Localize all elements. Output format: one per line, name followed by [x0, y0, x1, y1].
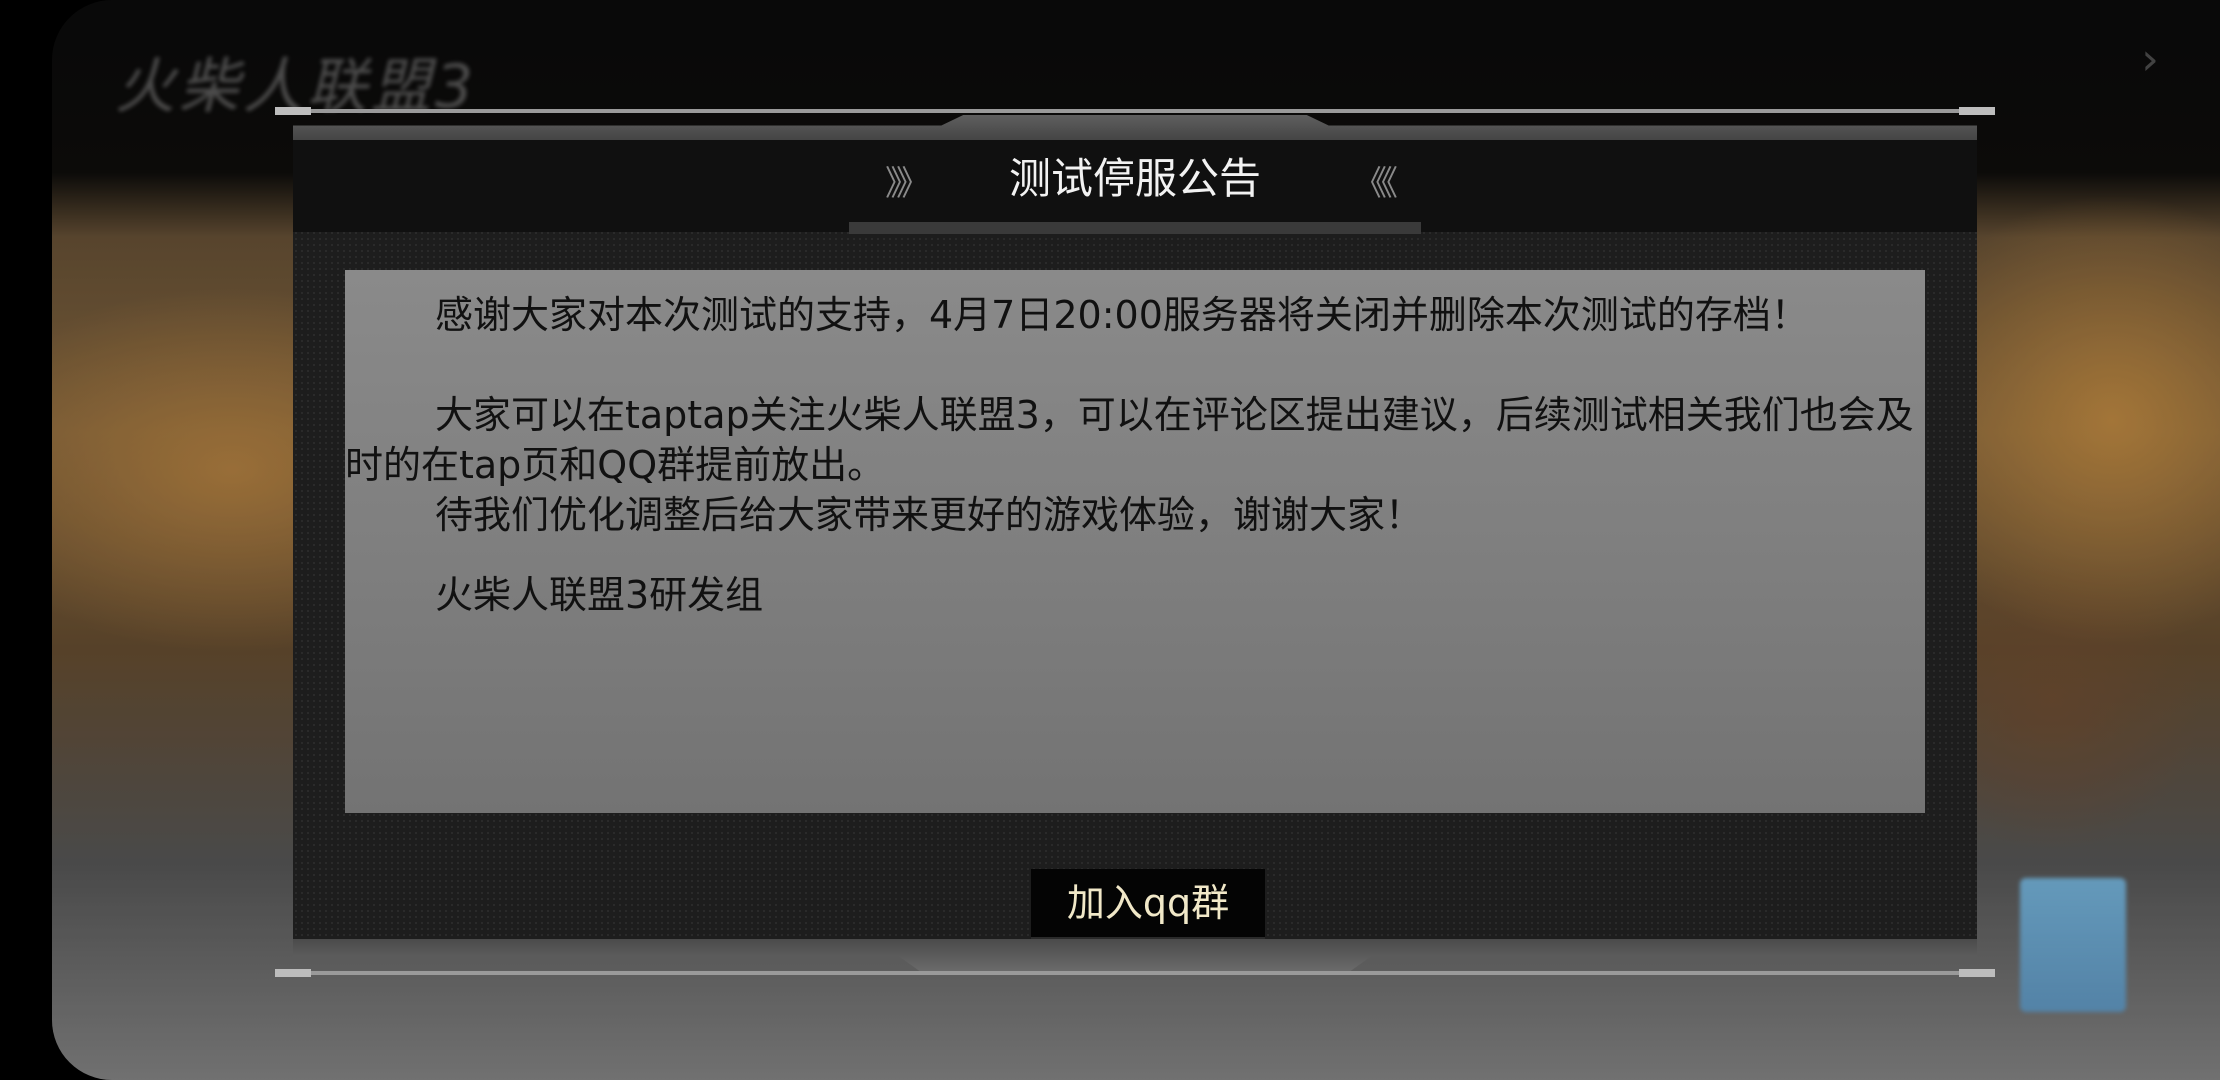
dialog-title-bar: 》》 测试停服公告 《《	[293, 140, 1977, 232]
announcement-paragraph-1: 感谢大家对本次测试的支持，4月7日20:00服务器将关闭并删除本次测试的存档！	[435, 293, 1809, 337]
dialog-frame-top-rail	[275, 107, 1995, 115]
announcement-signature: 火柴人联盟3研发组	[435, 573, 764, 617]
dialog-frame-bottom-rail	[275, 969, 1995, 977]
title-plate-decor	[849, 222, 1421, 234]
join-qq-group-button[interactable]: 加入qq群	[1031, 869, 1265, 939]
dialog-body: 》》 测试停服公告 《《 感谢大家对本次测试的支持，4月7日20:00服务器将关…	[293, 140, 1977, 945]
age-rating-badge-icon	[2020, 878, 2126, 1012]
announcement-paragraph-3: 待我们优化调整后给大家带来更好的游戏体验，谢谢大家！	[435, 493, 1424, 537]
dialog-frame-bottom	[293, 939, 1977, 971]
game-screen: 火柴人联盟3 › 》》 测试停服公告 《《 感谢大家对本次测试的支持，4月7日2…	[0, 0, 2220, 1080]
chevron-left-decor-icon: 《《	[1353, 164, 1398, 204]
announcement-paragraph-2: 大家可以在taptap关注火柴人联盟3，可以在评论区提出建议，后续测试相关我们也…	[345, 393, 1914, 487]
announcement-dialog: 》》 测试停服公告 《《 感谢大家对本次测试的支持，4月7日20:00服务器将关…	[275, 105, 1995, 980]
announcement-content-panel: 感谢大家对本次测试的支持，4月7日20:00服务器将关闭并删除本次测试的存档！ …	[345, 270, 1925, 813]
dialog-title: 测试停服公告	[1008, 154, 1261, 203]
next-arrow-icon: ›	[2141, 34, 2159, 85]
